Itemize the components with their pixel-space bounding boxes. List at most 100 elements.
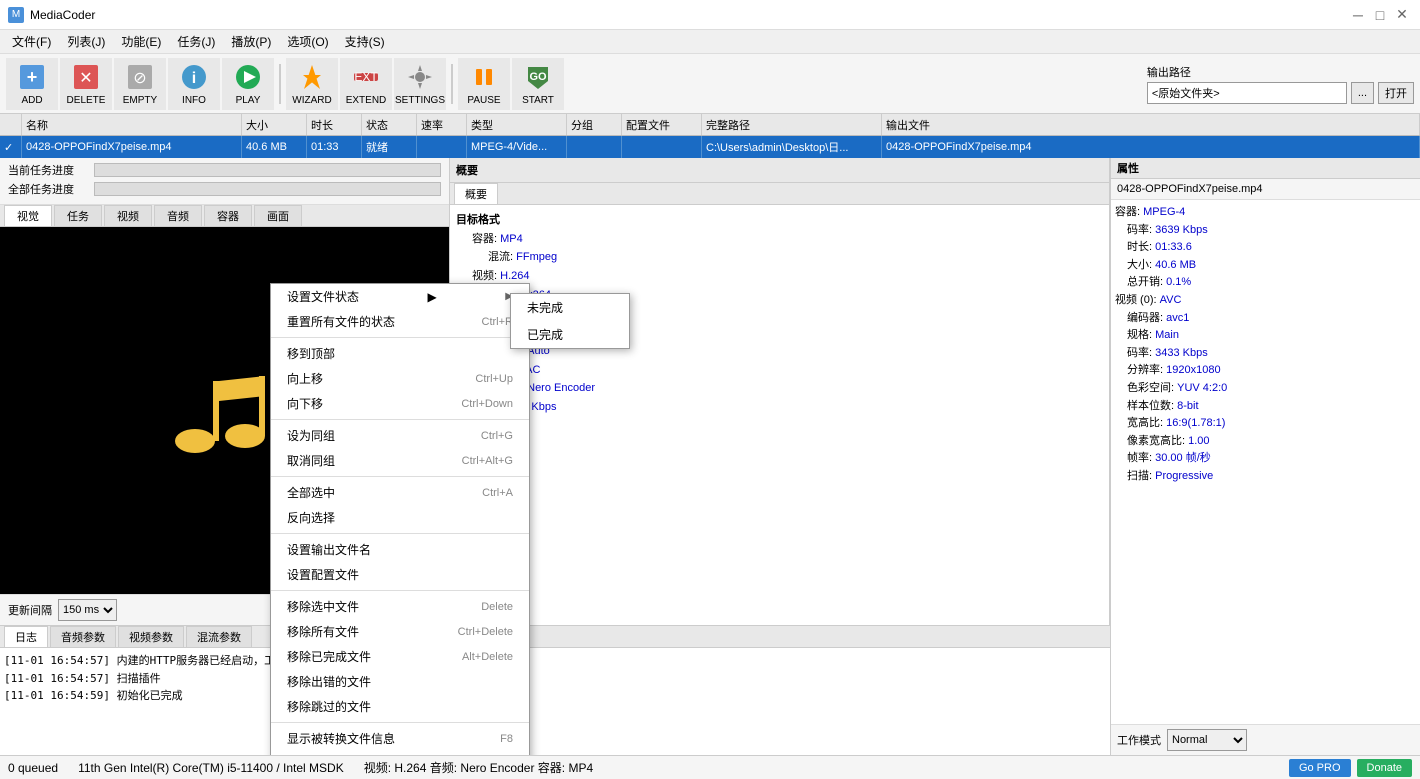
menu-options[interactable]: 选项(O) [279,31,336,52]
menu-play[interactable]: 播放(P) [223,31,279,52]
pause-button[interactable]: PAUSE [458,58,510,110]
ctx-sep-4 [271,533,529,534]
log-section: 日志 音频参数 视频参数 混流参数 [11-01 16:54:57] 内建的HT… [0,625,1110,755]
maximize-button[interactable]: □ [1370,5,1390,25]
log-tab-audio[interactable]: 音频参数 [50,626,116,647]
add-button[interactable]: + ADD [6,58,58,110]
output-path-label: 输出路径 [1147,64,1414,80]
donate-button[interactable]: Donate [1357,759,1412,777]
ctx-show-source-info[interactable]: 显示被转换文件信息 F8 [271,726,529,751]
submenu-complete[interactable]: 已完成 [511,321,629,348]
prop-15: 扫描: Progressive [1115,468,1416,486]
ctx-remove-all[interactable]: 移除所有文件 Ctrl+Delete [271,619,529,644]
work-mode-label: 工作模式 [1117,732,1161,748]
menu-task[interactable]: 任务(J) [169,31,223,52]
ctx-show-output-info[interactable]: 显示转换后文件信息 Shift+F8 [271,751,529,755]
minimize-button[interactable]: ─ [1348,5,1368,25]
svg-text:GO: GO [529,71,547,83]
ctx-ungroup[interactable]: 取消同组 Ctrl+Alt+G [271,448,529,473]
summary-tab-main[interactable]: 概要 [454,183,498,204]
ctx-sep-1 [271,337,529,338]
wizard-icon [296,61,328,93]
extend-button[interactable]: EXT EXTEND [340,58,392,110]
tab-container[interactable]: 容器 [204,205,252,226]
row-rate [417,136,467,158]
log-line-2: [11-01 16:54:59] 初始化已完成 [4,687,1106,705]
close-button[interactable]: ✕ [1392,5,1412,25]
file-list-row[interactable]: ✓ 0428-OPPOFindX7peise.mp4 40.6 MB 01:33… [0,136,1420,158]
tab-audio[interactable]: 音频 [154,205,202,226]
delete-label: DELETE [67,95,106,106]
wizard-button[interactable]: WIZARD [286,58,338,110]
col-checkbox [0,114,22,135]
col-path: 完整路径 [702,114,882,135]
wizard-label: WIZARD [292,95,331,106]
title-bar-left: M MediaCoder [8,7,95,23]
info-label: INFO [182,95,206,106]
ctx-move-down[interactable]: 向下移 Ctrl+Down [271,391,529,416]
ctx-set-profile[interactable]: 设置配置文件 [271,562,529,587]
log-content: [11-01 16:54:57] 内建的HTTP服务器已经启动，工作于端口198… [0,648,1110,755]
tab-frame[interactable]: 画面 [254,205,302,226]
browse-button[interactable]: ... [1351,82,1374,104]
tab-preview[interactable]: 视觉 [4,205,52,226]
ctx-reset-status[interactable]: 重置所有文件的状态 Ctrl+R [271,309,529,334]
ctx-remove-skipped[interactable]: 移除跳过的文件 [271,694,529,719]
ctx-remove-error[interactable]: 移除出错的文件 [271,669,529,694]
empty-button[interactable]: ⊘ EMPTY [114,58,166,110]
empty-icon: ⊘ [124,61,156,93]
log-tab-main[interactable]: 日志 [4,626,48,647]
log-tab-video[interactable]: 视频参数 [118,626,184,647]
svg-text:+: + [27,67,38,87]
ctx-remove-selected[interactable]: 移除选中文件 Delete [271,594,529,619]
ctx-remove-done[interactable]: 移除已完成文件 Alt+Delete [271,644,529,669]
row-path: C:\Users\admin\Desktop\日... [702,136,882,158]
col-name: 名称 [22,114,242,135]
ctx-move-up[interactable]: 向上移 Ctrl+Up [271,366,529,391]
col-output: 输出文件 [882,114,1420,135]
tab-task[interactable]: 任务 [54,205,102,226]
toolbar-right: 输出路径 ... 打开 [1147,64,1414,104]
play-button[interactable]: PLAY [222,58,274,110]
delete-button[interactable]: ✕ DELETE [60,58,112,110]
log-tab-mux[interactable]: 混流参数 [186,626,252,647]
go-pro-button[interactable]: Go PRO [1289,759,1351,777]
ctx-set-status[interactable]: 设置文件状态 ▶ [271,284,529,309]
start-button[interactable]: GO START [512,58,564,110]
ctx-invert-select[interactable]: 反向选择 [271,505,529,530]
log-tab-bar: 日志 音频参数 视频参数 混流参数 [0,626,1110,648]
settings-button[interactable]: SETTINGS [394,58,446,110]
ctx-move-top[interactable]: 移到顶部 [271,341,529,366]
summary-tab-bar: 概要 [450,183,1109,205]
summary-item-1: 容器: MP4 [456,230,1103,249]
tab-video[interactable]: 视频 [104,205,152,226]
status-queue: 0 queued [8,761,58,775]
output-path-input[interactable] [1147,82,1347,104]
ctx-select-all[interactable]: 全部选中 Ctrl+A [271,480,529,505]
menu-function[interactable]: 功能(E) [113,31,169,52]
submenu-incomplete[interactable]: 未完成 [511,294,629,321]
menu-file[interactable]: 文件(F) [4,31,59,52]
menu-list[interactable]: 列表(J) [59,31,113,52]
toolbar: + ADD ✕ DELETE ⊘ EMPTY i INFO PLAY [0,54,1420,114]
title-bar-controls: ─ □ ✕ [1348,5,1412,25]
ctx-sep-2 [271,419,529,420]
start-label: START [522,95,554,106]
svg-text:✕: ✕ [79,70,92,87]
col-duration: 时长 [307,114,362,135]
svg-text:⊘: ⊘ [133,70,146,87]
extend-label: EXTEND [346,95,387,106]
status-codec: 视频: H.264 音频: Nero Encoder 容器: MP4 [364,759,593,776]
menu-support[interactable]: 支持(S) [337,31,393,52]
ctx-set-output-name[interactable]: 设置输出文件名 [271,537,529,562]
row-duration: 01:33 [307,136,362,158]
work-mode-select[interactable]: Normal Fast Quality [1167,729,1247,751]
output-path-row: ... 打开 [1147,82,1414,104]
prop-6: 编码器: avc1 [1115,310,1416,328]
ctx-group[interactable]: 设为同组 Ctrl+G [271,423,529,448]
col-status: 状态 [362,114,417,135]
update-interval-select[interactable]: 150 ms 50 ms 100 ms 200 ms 500 ms [58,599,117,621]
prop-5: 视频 (0): AVC [1115,292,1416,310]
open-folder-button[interactable]: 打开 [1378,82,1414,104]
info-button[interactable]: i INFO [168,58,220,110]
